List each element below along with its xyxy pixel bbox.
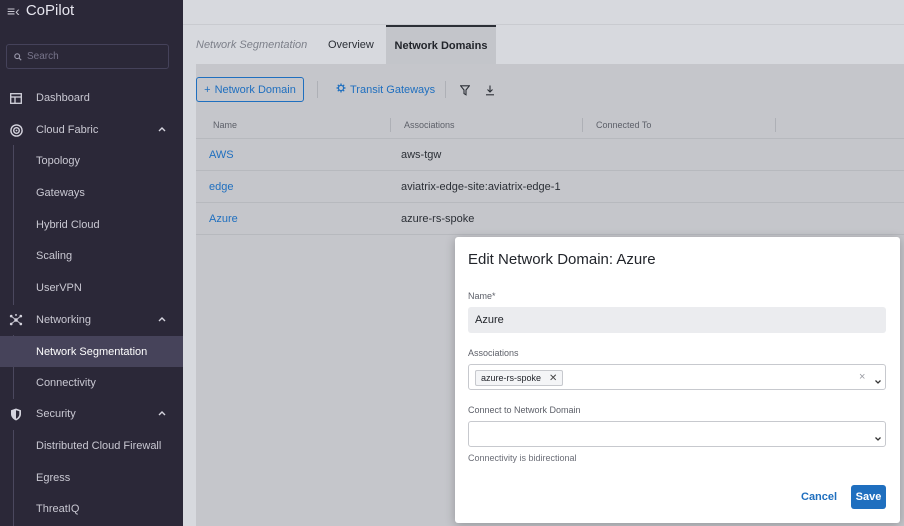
sidebar-item-label: Hybrid Cloud — [36, 219, 100, 231]
sidebar-item-label: Dashboard — [36, 92, 90, 104]
table-row[interactable]: edge aviatrix-edge-site:aviatrix-edge-1 — [196, 171, 904, 203]
name-value: Azure — [475, 314, 504, 326]
edit-network-domain-dialog: Edit Network Domain: Azure Name* Azure A… — [455, 237, 900, 523]
shield-icon — [9, 407, 23, 421]
add-network-domain-button[interactable]: + Network Domain — [196, 77, 304, 102]
sidebar-item-dashboard[interactable]: Dashboard — [0, 83, 183, 113]
chevron-down-icon[interactable] — [874, 373, 882, 391]
column-separator[interactable] — [582, 118, 583, 132]
search-placeholder: Search — [27, 51, 59, 62]
sidebar-item-label: Cloud Fabric — [36, 124, 99, 136]
associations-label: Associations — [468, 348, 519, 358]
download-icon[interactable] — [485, 83, 495, 101]
tab-network-domains[interactable]: Network Domains — [386, 25, 496, 64]
sidebar-item-threatiq[interactable]: ThreatIQ — [0, 494, 183, 524]
breadcrumb[interactable]: Network Segmentation — [196, 25, 307, 64]
name-field[interactable]: Azure — [468, 307, 886, 333]
sidebar-item-egress[interactable]: Egress — [0, 463, 183, 493]
table-row[interactable]: Azure azure-rs-spoke — [196, 203, 904, 235]
filter-icon[interactable] — [459, 83, 471, 101]
remove-chip-icon[interactable]: ✕ — [549, 373, 557, 384]
sidebar-item-security[interactable]: Security — [0, 399, 183, 429]
sidebar-item-label: UserVPN — [36, 282, 82, 294]
dashboard-icon — [9, 91, 23, 105]
sidebar-item-hybrid-cloud[interactable]: Hybrid Cloud — [0, 210, 183, 240]
column-separator[interactable] — [390, 118, 391, 132]
row-associations: aws-tgw — [401, 149, 442, 161]
brand[interactable]: ≡‹ CoPilot — [7, 2, 74, 19]
save-button[interactable]: Save — [851, 485, 886, 509]
association-chip-label: azure-rs-spoke — [481, 373, 542, 383]
associations-select[interactable]: azure-rs-spoke ✕ × — [468, 364, 886, 390]
sidebar-item-scaling[interactable]: Scaling — [0, 241, 183, 271]
app-title: CoPilot — [25, 2, 75, 19]
name-label: Name* — [468, 291, 496, 301]
row-name-link[interactable]: AWS — [209, 139, 234, 171]
sidebar-item-network-segmentation[interactable]: Network Segmentation — [0, 336, 183, 367]
toolbar-divider — [317, 81, 318, 98]
column-header-associations[interactable]: Associations — [404, 111, 455, 139]
sidebar-item-label: Network Segmentation — [36, 345, 148, 358]
sidebar-item-label: Egress — [36, 472, 71, 484]
networking-icon — [9, 313, 23, 327]
column-header-name[interactable]: Name — [213, 111, 237, 139]
search-icon — [14, 52, 22, 61]
chevron-up-icon[interactable] — [157, 124, 167, 134]
menu-collapse-icon[interactable]: ≡‹ — [7, 3, 20, 19]
row-name-link[interactable]: edge — [209, 171, 233, 203]
sidebar: ≡‹ CoPilot Search Dashboard Cloud Fabric… — [0, 0, 183, 526]
row-name-link[interactable]: Azure — [209, 203, 238, 235]
gear-icon — [336, 83, 346, 96]
sidebar-item-label: Networking — [36, 314, 92, 326]
plus-icon: + — [204, 83, 211, 96]
tab-bar: Network Segmentation Overview Network Do… — [183, 25, 904, 64]
add-network-domain-label: Network Domain — [214, 83, 296, 96]
row-associations: azure-rs-spoke — [401, 213, 475, 225]
sidebar-item-uservpn[interactable]: UserVPN — [0, 273, 183, 303]
connect-label: Connect to Network Domain — [468, 405, 581, 415]
network-domains-table: Name Associations Connected To AWS aws-t… — [196, 111, 904, 235]
chevron-up-icon[interactable] — [157, 314, 167, 324]
sidebar-item-label: Scaling — [36, 250, 73, 262]
sidebar-item-label: Connectivity — [36, 377, 96, 389]
toolbar-divider — [445, 81, 446, 98]
sidebar-item-connectivity[interactable]: Connectivity — [0, 368, 183, 398]
row-associations: aviatrix-edge-site:aviatrix-edge-1 — [401, 181, 561, 193]
sidebar-item-networking[interactable]: Networking — [0, 305, 183, 335]
sidebar-item-label: Security — [36, 408, 76, 420]
top-bar — [183, 0, 904, 25]
chevron-down-icon[interactable] — [874, 430, 882, 448]
sidebar-item-distributed-cloud-firewall[interactable]: Distributed Cloud Firewall — [0, 431, 183, 461]
cancel-button[interactable]: Cancel — [801, 485, 837, 509]
connect-to-network-domain-select[interactable] — [468, 421, 886, 447]
connectivity-hint: Connectivity is bidirectional — [468, 453, 577, 463]
sidebar-item-gateways[interactable]: Gateways — [0, 178, 183, 208]
sidebar-item-label: Topology — [36, 155, 81, 167]
sidebar-item-label: ThreatIQ — [36, 503, 80, 515]
tab-overview[interactable]: Overview — [328, 25, 374, 64]
dialog-title: Edit Network Domain: Azure — [468, 251, 656, 268]
transit-gateways-label: Transit Gateways — [350, 83, 436, 96]
sidebar-item-label: Gateways — [36, 187, 85, 199]
toolbar: + Network Domain Transit Gateways — [196, 64, 904, 114]
sidebar-item-cloud-fabric[interactable]: Cloud Fabric — [0, 115, 183, 145]
sidebar-item-topology[interactable]: Topology — [0, 146, 183, 176]
transit-gateways-button[interactable]: Transit Gateways — [336, 77, 435, 102]
column-separator[interactable] — [775, 118, 776, 132]
sidebar-item-label: Distributed Cloud Firewall — [36, 440, 162, 452]
table-row[interactable]: AWS aws-tgw — [196, 139, 904, 171]
association-chip: azure-rs-spoke ✕ — [475, 370, 564, 386]
chevron-up-icon[interactable] — [157, 408, 167, 418]
search-input[interactable]: Search — [6, 44, 169, 69]
table-header: Name Associations Connected To — [196, 111, 904, 139]
column-header-connected-to[interactable]: Connected To — [596, 111, 651, 139]
clear-icon[interactable]: × — [859, 371, 865, 383]
cloud-fabric-icon — [9, 123, 23, 137]
